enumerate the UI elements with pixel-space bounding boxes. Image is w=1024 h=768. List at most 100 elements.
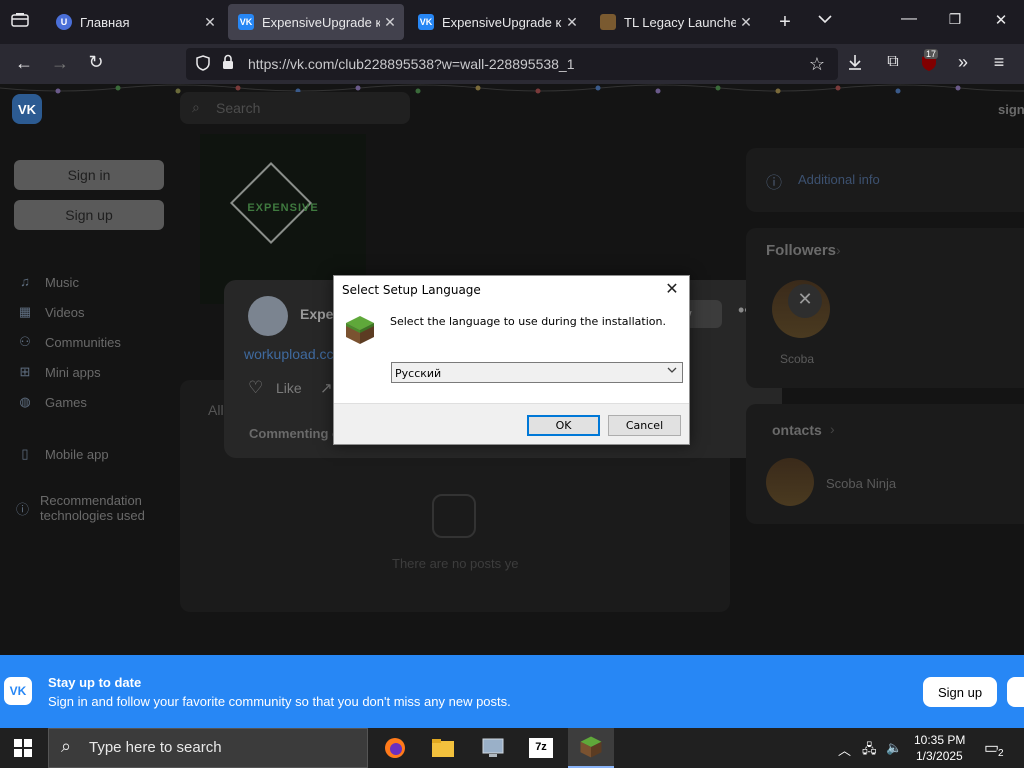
extension-badge: 17: [924, 49, 939, 59]
menu-hamburger-icon[interactable]: ≡: [988, 52, 1010, 73]
heart-icon[interactable]: ♡: [248, 378, 263, 398]
lock-icon[interactable]: [220, 54, 236, 75]
additional-info-label: Additional info: [798, 172, 880, 187]
window-close-icon[interactable]: ✕: [990, 11, 1012, 29]
tab-list-icon[interactable]: [10, 12, 30, 33]
header-sign-link[interactable]: sign: [998, 102, 1024, 117]
downloads-icon[interactable]: [844, 53, 866, 76]
clock-time[interactable]: 10:35 PM: [914, 733, 965, 747]
minimize-icon[interactable]: —: [898, 10, 920, 28]
sidebar-item-games[interactable]: ◍ Games: [16, 394, 87, 410]
all-posts-tab[interactable]: All: [208, 402, 224, 418]
taskbar-search-input[interactable]: ⌕ Type here to search: [48, 728, 368, 768]
dialog-close-icon[interactable]: ✕: [663, 279, 681, 298]
recommendation-label: Recommendation technologies used: [40, 493, 145, 523]
close-icon[interactable]: ✕: [788, 284, 822, 318]
notification-count: 2: [996, 748, 1006, 759]
ok-button[interactable]: OK: [527, 415, 600, 436]
sidebar-item-label: Mini apps: [45, 364, 101, 380]
like-label[interactable]: Like: [276, 380, 302, 396]
close-icon[interactable]: ✕: [736, 14, 756, 31]
windows-start-icon[interactable]: [14, 739, 32, 762]
close-icon[interactable]: ✕: [200, 14, 220, 31]
bookmark-star-icon[interactable]: ☆: [806, 54, 828, 75]
minecraft-block-icon: [600, 14, 616, 30]
dialog-message: Select the language to use during the in…: [390, 315, 666, 328]
tab-expensive-upgrade[interactable]: VK ExpensiveUpgrade кряк ✕: [408, 4, 586, 40]
sign-up-button[interactable]: Sign up: [14, 200, 164, 230]
post-link[interactable]: workupload.cc: [244, 346, 334, 362]
empty-posts-icon: [432, 494, 476, 538]
browser-tab-bar: U Главная ✕ VK ExpensiveUpgrade кряк ✕ V…: [0, 0, 1024, 44]
tab-home[interactable]: U Главная ✕: [46, 4, 224, 40]
back-arrow-icon[interactable]: ←: [12, 53, 36, 74]
banner-sign-in-button[interactable]: [1007, 677, 1024, 707]
tab-tl-legacy-launcher[interactable]: TL Legacy Launcher (1. ✕: [590, 4, 760, 40]
taskbar-firefox[interactable]: [372, 728, 418, 768]
minecraft-block-icon: [346, 316, 374, 344]
taskbar-7zip[interactable]: 7z: [518, 728, 564, 768]
language-select[interactable]: Русский: [391, 362, 683, 383]
tab-title: ExpensiveUpgrade кряк: [262, 14, 380, 30]
ublock-extension-icon[interactable]: 17: [918, 49, 940, 77]
overflow-chevrons-icon[interactable]: »: [952, 52, 974, 73]
reload-icon[interactable]: ↻: [84, 52, 108, 73]
sidebar-item-label: Games: [45, 394, 87, 410]
chevron-down-icon[interactable]: [667, 366, 677, 377]
taskbar-file-explorer[interactable]: [420, 728, 466, 768]
avatar: [248, 296, 288, 336]
share-icon[interactable]: ↗: [320, 379, 333, 397]
additional-info-card[interactable]: ⓘ Additional info: [746, 148, 1024, 212]
search-icon: ⌕: [192, 99, 200, 115]
empty-posts-text: There are no posts ye: [392, 556, 519, 571]
tab-expensive-upgrade-active[interactable]: VK ExpensiveUpgrade кряк ✕: [228, 4, 404, 40]
selected-language: Русский: [395, 367, 442, 380]
tab-title: ExpensiveUpgrade кряк: [442, 14, 562, 30]
sidebar-item-videos[interactable]: ▦ Videos: [16, 304, 85, 320]
extensions-puzzle-icon[interactable]: ⧉: [882, 53, 904, 71]
banner-sign-up-button[interactable]: Sign up: [923, 677, 997, 707]
vk-icon: VK: [238, 14, 254, 30]
tray-chevron-up-icon[interactable]: ︿: [838, 740, 851, 759]
shield-icon[interactable]: [194, 55, 212, 74]
contact-name[interactable]: Scoba Ninja: [826, 476, 896, 491]
forward-arrow-icon[interactable]: →: [48, 53, 72, 74]
clock-date[interactable]: 1/3/2025: [916, 749, 963, 763]
music-icon: ♫: [20, 274, 30, 289]
taskbar-minecraft-setup[interactable]: [568, 728, 614, 768]
close-icon[interactable]: ✕: [380, 14, 400, 31]
banner-title: Stay up to date: [48, 675, 142, 690]
communities-icon: ⚇: [19, 334, 31, 349]
firefox-icon: [385, 738, 405, 758]
recommendation-info[interactable]: ⓘ Recommendation technologies used: [16, 493, 166, 523]
address-bar[interactable]: https://vk.com/club228895538?w=wall-2288…: [186, 48, 838, 80]
dialog-body: Select the language to use during the in…: [334, 306, 689, 404]
sidebar-item-mini-apps[interactable]: ⊞ Mini apps: [16, 364, 101, 380]
search-icon: ⌕: [61, 736, 72, 756]
sidebar-item-communities[interactable]: ⚇ Communities: [16, 334, 121, 350]
sign-in-button[interactable]: Sign in: [14, 160, 164, 190]
info-icon: ⓘ: [766, 175, 783, 192]
followers-title[interactable]: Followers: [766, 242, 836, 259]
avatar[interactable]: [766, 458, 814, 506]
sidebar-item-music[interactable]: ♫ Music: [16, 274, 79, 290]
followers-card: Followers › Scoba: [746, 228, 1024, 388]
taskbar-app-3[interactable]: [470, 728, 516, 768]
restore-icon[interactable]: ❐: [944, 11, 966, 28]
chevron-down-icon[interactable]: [814, 11, 836, 29]
follower-name[interactable]: Scoba: [780, 352, 814, 366]
vk-search-input[interactable]: ⌕ Search: [180, 92, 410, 124]
vk-logo: VK: [4, 677, 32, 705]
cancel-button[interactable]: Cancel: [608, 415, 681, 436]
computer-icon: [482, 738, 504, 757]
sidebar-item-label: Communities: [45, 334, 121, 350]
sidebar-item-mobile-app[interactable]: ▯ Mobile app: [16, 446, 108, 462]
volume-muted-icon[interactable]: 🔈: [886, 740, 902, 756]
new-tab-icon[interactable]: +: [774, 11, 796, 34]
vk-logo[interactable]: VK: [12, 94, 42, 124]
contacts-title[interactable]: ontacts: [772, 422, 822, 438]
close-icon[interactable]: ✕: [562, 14, 582, 31]
minecraft-block-icon: [580, 736, 602, 758]
network-icon[interactable]: 🖧: [862, 740, 877, 762]
gamepad-icon: ◍: [19, 394, 31, 409]
